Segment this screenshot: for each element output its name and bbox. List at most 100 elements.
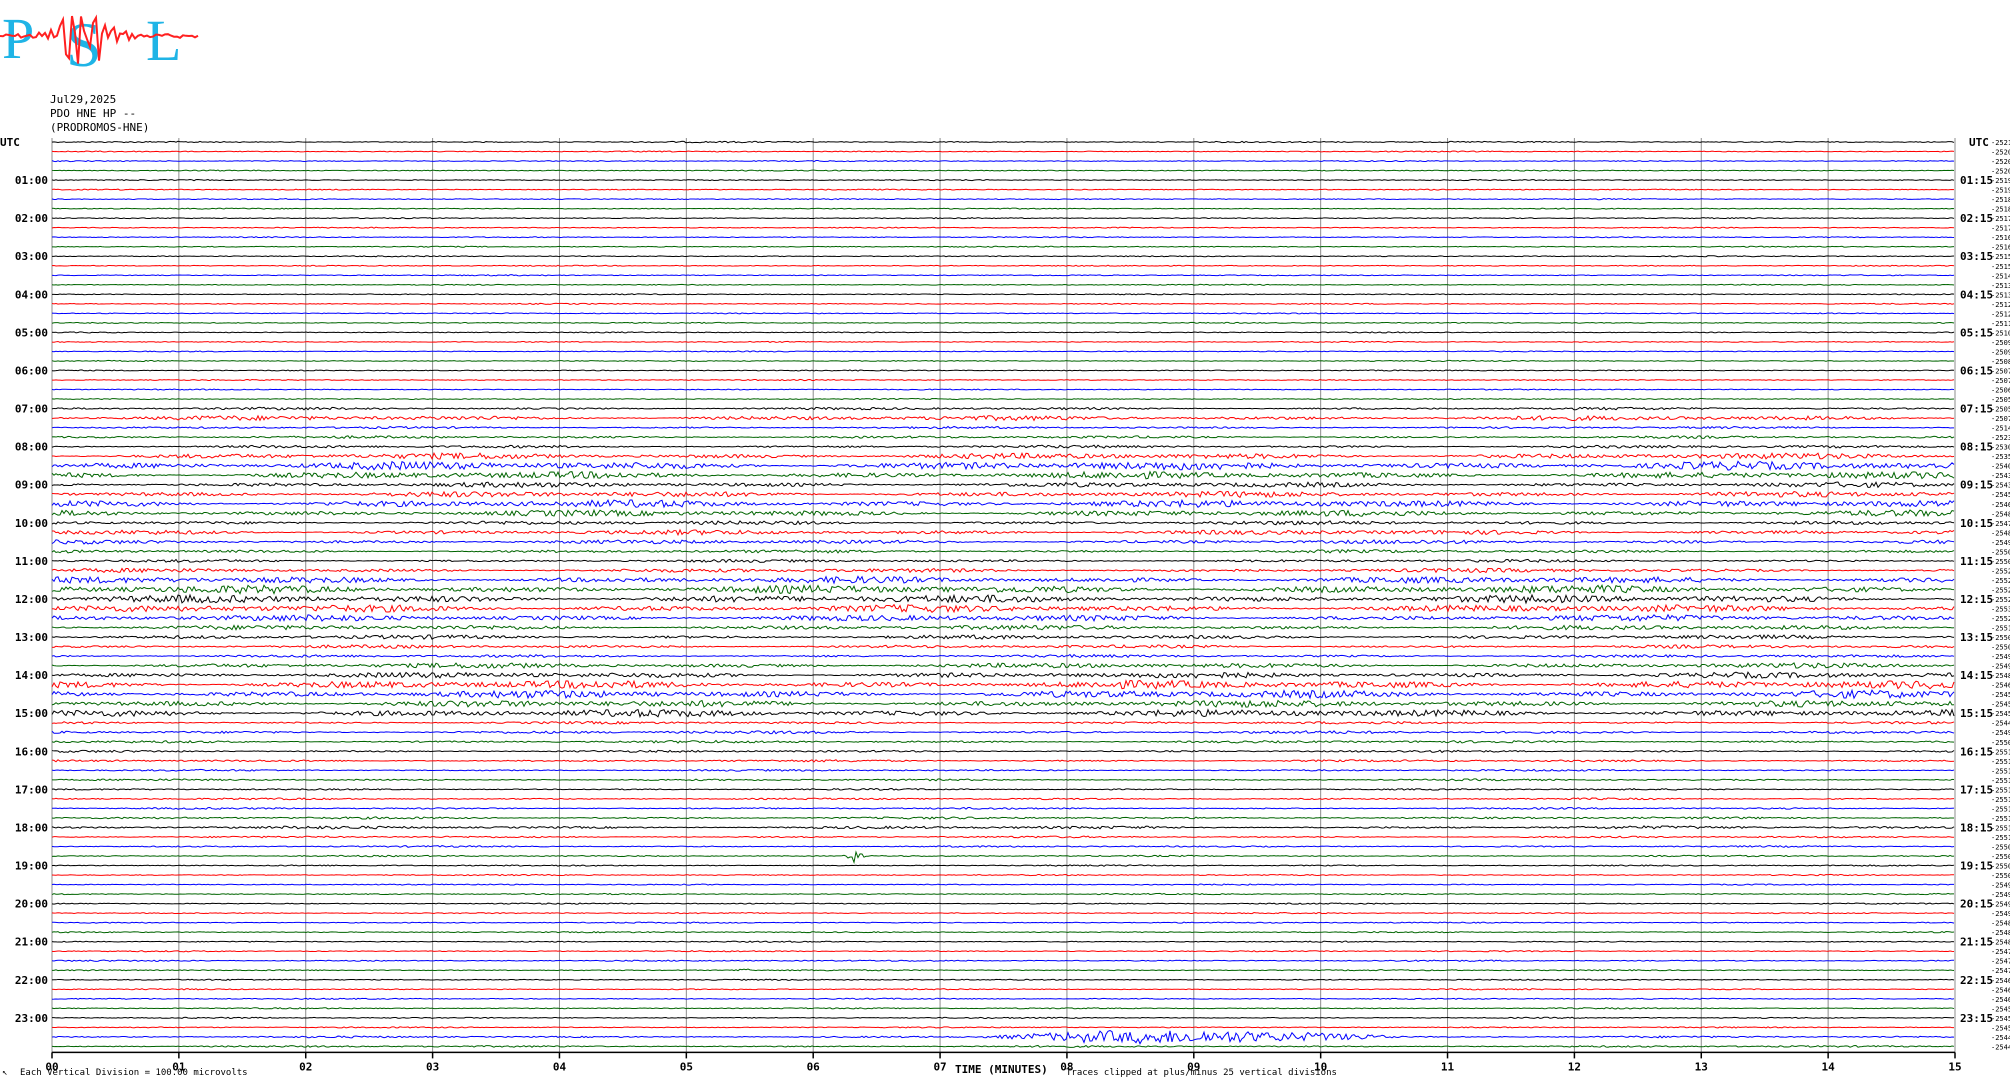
trace-line bbox=[51, 188, 1955, 191]
right-hour-label: 17:15 bbox=[1960, 783, 1993, 796]
trace-mean-label: -25131 bbox=[1991, 291, 2010, 299]
right-hour-label: 21:15 bbox=[1960, 936, 1993, 949]
trace-mean-label: -25506 bbox=[1991, 558, 2010, 566]
trace-mean-label: -25531 bbox=[1991, 605, 2010, 613]
trace-line bbox=[51, 997, 1955, 1000]
trace-mean-label: -25092 bbox=[1991, 348, 2010, 356]
trace-line bbox=[51, 1044, 1955, 1048]
trace-mean-label: -25075 bbox=[1991, 415, 2010, 423]
trace-line bbox=[51, 451, 1955, 460]
trace-mean-label: -25520 bbox=[1991, 615, 2010, 623]
trace-mean-label: -25432 bbox=[1991, 472, 2010, 480]
x-axis-title: TIME (MINUTES) bbox=[955, 1063, 1048, 1076]
trace-mean-label: -25174 bbox=[1991, 225, 2010, 233]
trace-line bbox=[51, 720, 1955, 725]
left-hour-label: 14:00 bbox=[15, 669, 48, 682]
trace-mean-label: -25208 bbox=[1991, 149, 2010, 157]
trace-mean-label: -25509 bbox=[1991, 634, 2010, 642]
trace-line bbox=[51, 575, 1955, 585]
trace-mean-label: -25113 bbox=[1991, 320, 2010, 328]
trace-line bbox=[51, 198, 1955, 201]
trace-line bbox=[51, 864, 1955, 867]
trace-mean-label: -25457 bbox=[1991, 691, 2010, 699]
left-hour-label: 13:00 bbox=[15, 631, 48, 644]
trace-line bbox=[51, 959, 1955, 963]
trace-mean-label: -25452 bbox=[1991, 491, 2010, 499]
trace-line bbox=[51, 245, 1955, 248]
x-tick-label: 03 bbox=[426, 1060, 439, 1073]
trace-line bbox=[51, 528, 1955, 537]
x-tick-label: 15 bbox=[1948, 1060, 1961, 1073]
trace-mean-label: -25508 bbox=[1991, 843, 2010, 851]
trace-line bbox=[51, 1029, 1955, 1045]
trace-mean-label: -25166 bbox=[1991, 234, 2010, 242]
trace-line bbox=[51, 644, 1955, 649]
trace-line bbox=[51, 444, 1955, 449]
trace-mean-label: -25202 bbox=[1991, 168, 2010, 176]
trace-line bbox=[51, 470, 1955, 480]
trace-line bbox=[51, 902, 1955, 905]
trace-mean-label: -25499 bbox=[1991, 882, 2010, 890]
trace-line bbox=[51, 255, 1955, 258]
left-hour-label: 01:00 bbox=[15, 174, 48, 187]
left-hour-label: 04:00 bbox=[15, 288, 48, 301]
trace-line bbox=[51, 520, 1955, 526]
trace-mean-label: -25510 bbox=[1991, 758, 2010, 766]
trace-line bbox=[51, 662, 1955, 669]
trace-mean-label: -25309 bbox=[1991, 444, 2010, 452]
trace-mean-label: -25085 bbox=[1991, 358, 2010, 366]
trace-mean-label: -25450 bbox=[1991, 1024, 2010, 1032]
x-tick-label: 14 bbox=[1822, 1060, 1836, 1073]
trace-mean-label: -25146 bbox=[1991, 425, 2010, 433]
trace-mean-label: -25489 bbox=[1991, 920, 2010, 928]
trace-line bbox=[51, 892, 1955, 896]
trace-mean-label: -25054 bbox=[1991, 406, 2010, 414]
trace-mean-label: -25492 bbox=[1991, 910, 2010, 918]
trace-mean-label: -25179 bbox=[1991, 215, 2010, 223]
trace-line bbox=[51, 226, 1955, 229]
trace-mean-label: -25188 bbox=[1991, 196, 2010, 204]
left-hour-label: 09:00 bbox=[15, 479, 48, 492]
trace-line bbox=[51, 302, 1955, 305]
trace-mean-label: -25445 bbox=[1991, 1034, 2010, 1042]
trace-mean-label: -25505 bbox=[1991, 853, 2010, 861]
left-hour-label: 15:00 bbox=[15, 707, 48, 720]
left-hour-label: 23:00 bbox=[15, 1012, 48, 1025]
trace-line bbox=[51, 978, 1955, 981]
trace-mean-label: -25453 bbox=[1991, 701, 2010, 709]
trace-line bbox=[51, 950, 1955, 953]
right-hour-label: 23:15 bbox=[1960, 1012, 1993, 1025]
x-tick-label: 02 bbox=[299, 1060, 312, 1073]
trace-line bbox=[51, 845, 1955, 848]
trace-line bbox=[51, 293, 1955, 296]
right-hour-label: 14:15 bbox=[1960, 669, 1993, 682]
trace-mean-label: -25510 bbox=[1991, 748, 2010, 756]
helicorder-plot: 00 01 02 03 04 05 06 07 08 09 10 11 12 13 14 15UTC UTC01… bbox=[0, 136, 2010, 1073]
trace-line bbox=[51, 634, 1955, 640]
trace-line bbox=[51, 425, 1955, 430]
trace-line bbox=[51, 912, 1955, 915]
trace-mean-label: -25513 bbox=[1991, 805, 2010, 813]
trace-mean-label: -25501 bbox=[1991, 548, 2010, 556]
x-tick-label: 13 bbox=[1695, 1060, 1708, 1073]
left-hour-label: 08:00 bbox=[15, 441, 48, 454]
trace-mean-label: -25512 bbox=[1991, 824, 2010, 832]
trace-line bbox=[51, 207, 1955, 210]
trace-mean-label: -25443 bbox=[1991, 1043, 2010, 1051]
trace-line bbox=[51, 787, 1955, 791]
trace-mean-label: -25493 bbox=[1991, 539, 2010, 547]
trace-line bbox=[51, 283, 1955, 286]
right-hour-label: 08:15 bbox=[1960, 441, 1993, 454]
trace-mean-label: -25496 bbox=[1991, 729, 2010, 737]
trace-line bbox=[51, 825, 1955, 830]
trace-line bbox=[51, 584, 1955, 595]
left-hour-label: 17:00 bbox=[15, 783, 48, 796]
trace-line bbox=[51, 873, 1955, 877]
right-hour-label: 20:15 bbox=[1960, 898, 1993, 911]
trace-line bbox=[51, 350, 1955, 353]
trace-mean-label: -25407 bbox=[1991, 463, 2010, 471]
left-hour-label: 12:00 bbox=[15, 593, 48, 606]
trace-mean-label: -25520 bbox=[1991, 567, 2010, 575]
trace-line bbox=[51, 331, 1955, 334]
trace-line bbox=[51, 217, 1955, 220]
